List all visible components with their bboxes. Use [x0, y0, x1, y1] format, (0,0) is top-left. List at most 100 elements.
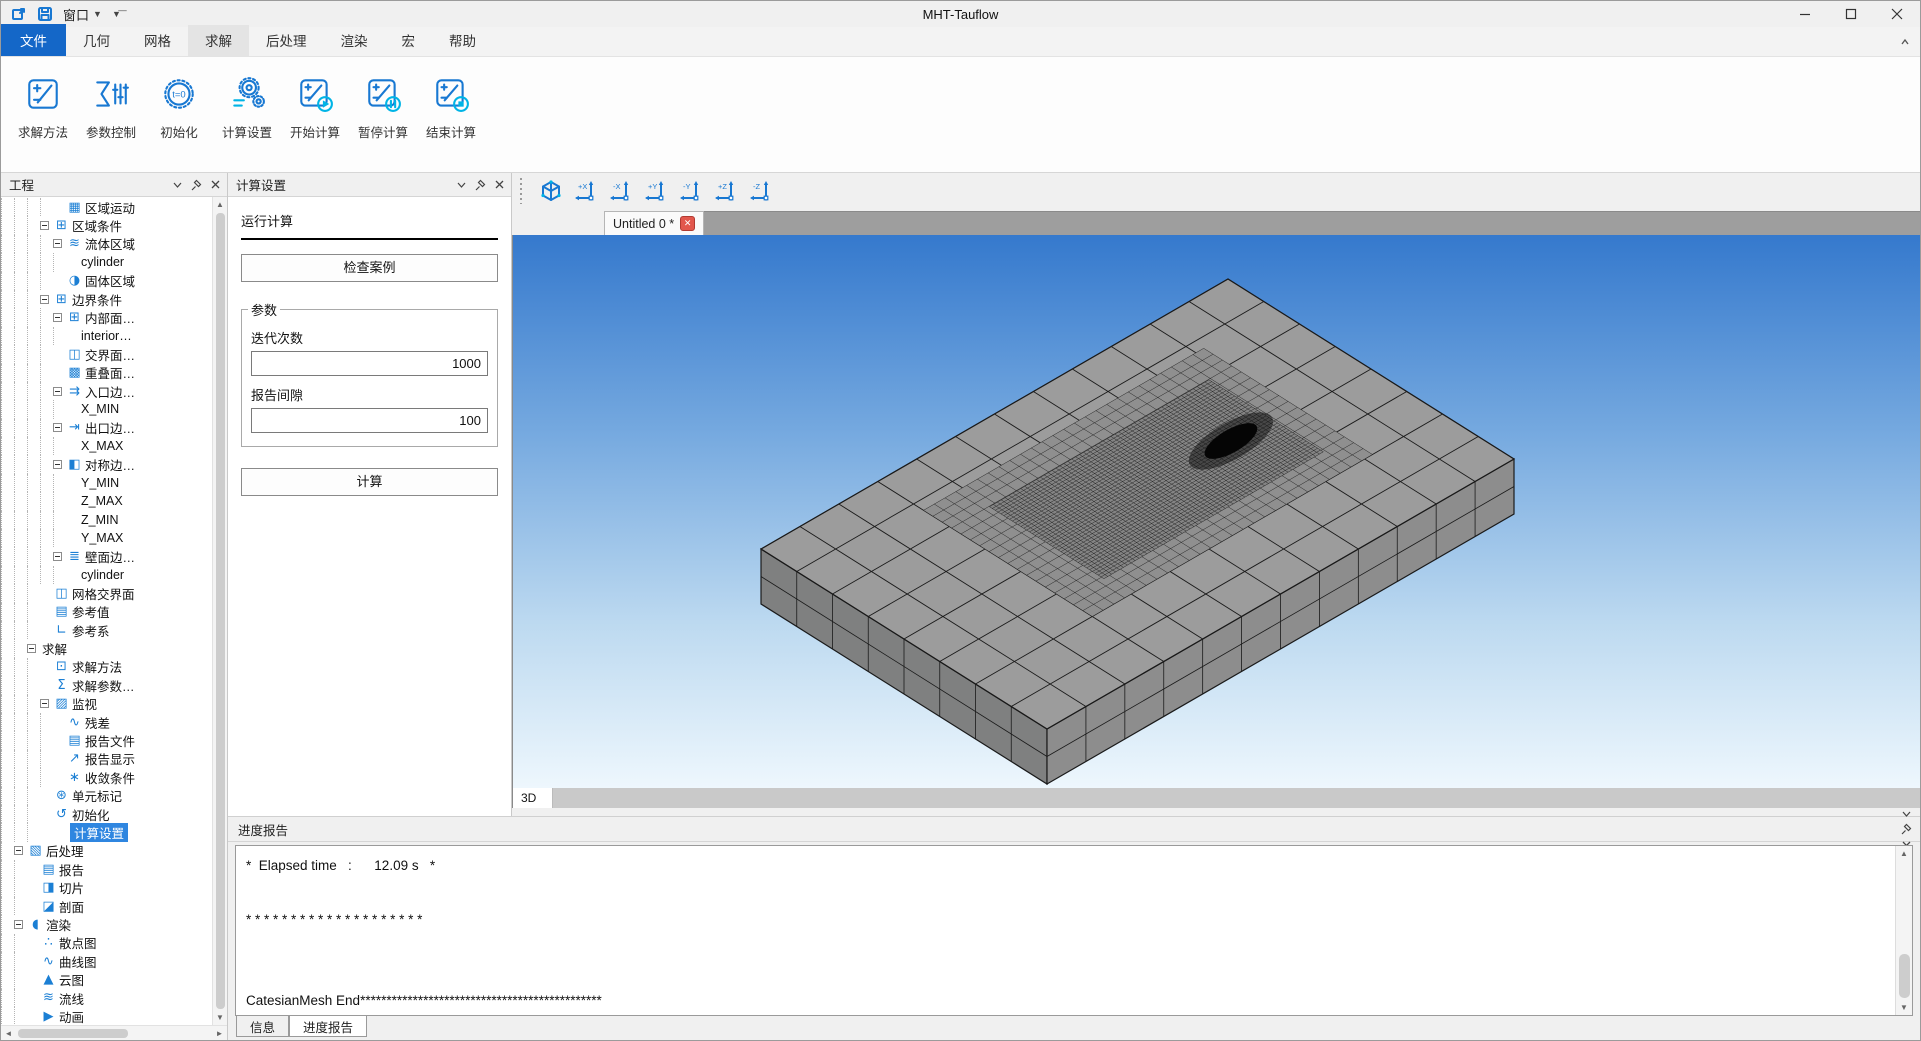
tree-item-slice[interactable]: ◨ 切片 — [1, 878, 212, 897]
view-plus-y-icon[interactable]: +Y — [643, 178, 669, 204]
tree-item-report-display[interactable]: ↗ 报告显示 — [1, 749, 212, 769]
tree-item-streamline[interactable]: ≋ 流线 — [1, 988, 212, 1008]
panel-pin-icon[interactable] — [188, 177, 204, 193]
customize-toolbar-icon[interactable]: ▼͞ — [112, 9, 121, 19]
scrollbar-thumb[interactable] — [18, 1028, 128, 1038]
viewport-3d[interactable]: Z X Y — [512, 235, 1920, 788]
tree-item-initialize[interactable]: ↺ 初始化 — [1, 804, 212, 824]
pause-calculation-button[interactable]: 暂停计算 — [351, 69, 415, 141]
tree-item-scatter-plot[interactable]: ∴ 散点图 — [1, 933, 212, 953]
collapse-expander-icon[interactable] — [53, 239, 62, 249]
minimize-button[interactable] — [1782, 1, 1828, 27]
collapse-expander-icon[interactable] — [53, 313, 62, 323]
tree-item-post-process[interactable]: ▧ 后处理 — [1, 841, 212, 861]
panel-close-icon[interactable] — [491, 177, 507, 193]
tree-item-residual[interactable]: ∿ 残差 — [1, 712, 212, 732]
collapse-expander-icon[interactable] — [53, 552, 62, 562]
tab-mesh[interactable]: 网格 — [127, 25, 188, 56]
scroll-right-icon[interactable]: ► — [212, 1026, 227, 1041]
tree-item-cell-mark[interactable]: ⊛ 单元标记 — [1, 786, 212, 805]
tree-item-inlet-boundary[interactable]: ⇉ 入口边… — [1, 381, 212, 401]
collapse-expander-icon[interactable] — [27, 644, 36, 654]
tree-item-cylinder[interactable]: cylinder — [1, 565, 212, 585]
tab-macro[interactable]: 宏 — [385, 25, 433, 56]
tab-geometry[interactable]: 几何 — [66, 25, 127, 56]
collapse-expander-icon[interactable] — [14, 846, 23, 856]
tree-item-outlet-boundary[interactable]: ⇥ 出口边… — [1, 418, 212, 438]
tree-item-Y_MIN[interactable]: Y_MIN — [1, 473, 212, 493]
tree-item-report-file[interactable]: ▤ 报告文件 — [1, 731, 212, 750]
panel-dropdown-icon[interactable] — [1898, 805, 1914, 821]
tab-solve[interactable]: 求解 — [188, 25, 249, 56]
tree-item-reference-frame[interactable]: ∟ 参考系 — [1, 620, 212, 640]
collapse-expander-icon[interactable] — [40, 221, 49, 231]
close-button[interactable] — [1874, 1, 1920, 27]
view-minus-x-icon[interactable]: -X — [608, 178, 634, 204]
view-plus-z-icon[interactable]: +Z — [713, 178, 739, 204]
panel-pin-icon[interactable] — [472, 177, 488, 193]
view-minus-y-icon[interactable]: -Y — [678, 178, 704, 204]
collapse-expander-icon[interactable] — [14, 919, 23, 929]
toolbar-drag-handle[interactable] — [518, 178, 523, 204]
tree-item-section[interactable]: ◪ 剖面 — [1, 896, 212, 916]
tree-item-region-condition[interactable]: ⊞ 区域条件 — [1, 216, 212, 235]
check-case-button[interactable]: 检查案例 — [241, 254, 498, 282]
view-minus-z-icon[interactable]: -Z — [748, 178, 774, 204]
start-calculation-button[interactable]: 开始计算 — [283, 69, 347, 141]
panel-close-icon[interactable] — [207, 177, 223, 193]
tab-file[interactable]: 文件 — [1, 24, 66, 56]
iterations-input[interactable] — [251, 351, 488, 376]
ribbon-collapse-icon[interactable] — [1896, 33, 1914, 51]
scroll-up-icon[interactable]: ▲ — [1897, 846, 1912, 861]
calculation-settings-button[interactable]: 计算设置 — [215, 69, 279, 141]
tab-close-icon[interactable]: ✕ — [680, 216, 696, 231]
panel-dropdown-icon[interactable] — [453, 177, 469, 193]
collapse-expander-icon[interactable] — [53, 460, 62, 470]
initialize-button[interactable]: t=0 初始化 — [147, 69, 211, 141]
tree-item-monitor[interactable]: ▨ 监视 — [1, 694, 212, 713]
report-interval-input[interactable] — [251, 408, 488, 433]
tree-item-report[interactable]: ▤ 报告 — [1, 860, 212, 879]
panel-pin-icon[interactable] — [1898, 821, 1914, 837]
tree-item-mesh-interface[interactable]: ◫ 网格交界面 — [1, 584, 212, 603]
scroll-up-icon[interactable]: ▲ — [213, 197, 228, 212]
collapse-expander-icon[interactable] — [53, 386, 62, 396]
tree-item-Y_MAX[interactable]: Y_MAX — [1, 529, 212, 548]
solve-method-button[interactable]: 求解方法 — [11, 69, 75, 141]
log-vertical-scrollbar[interactable]: ▲ ▼ — [1895, 846, 1912, 1015]
tree-item-region-motion[interactable]: ▦ 区域运动 — [1, 198, 212, 217]
panel-dropdown-icon[interactable] — [169, 177, 185, 193]
tree-item-symmetry-boundary[interactable]: ◧ 对称边… — [1, 455, 212, 474]
tree-item-render[interactable]: ◖ 渲染 — [1, 915, 212, 934]
tree-item-求解[interactable]: 求解 — [1, 639, 212, 658]
tree-item-solve-method[interactable]: ⊡ 求解方法 — [1, 657, 212, 677]
scrollbar-thumb[interactable] — [215, 213, 225, 1009]
tree-item-reference-value[interactable]: ▤ 参考值 — [1, 602, 212, 621]
tab-postprocess[interactable]: 后处理 — [249, 25, 324, 56]
collapse-expander-icon[interactable] — [40, 294, 49, 304]
tree-item-interface-face[interactable]: ◫ 交界面… — [1, 345, 212, 364]
tree-item-curve-plot[interactable]: ∿ 曲线图 — [1, 952, 212, 971]
tree-item-contour-plot[interactable]: ▲ 云图 — [1, 970, 212, 989]
maximize-button[interactable] — [1828, 1, 1874, 27]
window-menu[interactable]: 窗口 ▼ — [63, 5, 102, 24]
tree-horizontal-scrollbar[interactable]: ◄ ► — [1, 1025, 227, 1040]
tree-item-boundary-condition[interactable]: ⊞ 边界条件 — [1, 289, 212, 309]
scroll-left-icon[interactable]: ◄ — [1, 1026, 16, 1041]
scroll-down-icon[interactable]: ▼ — [213, 1010, 228, 1025]
tree-item-internal-face[interactable]: ⊞ 内部面… — [1, 308, 212, 327]
tree-item-wall-boundary[interactable]: ≣ 壁面边… — [1, 547, 212, 566]
tree-item-X_MAX[interactable]: X_MAX — [1, 437, 212, 456]
tree-item-Z_MIN[interactable]: Z_MIN — [1, 510, 212, 530]
tab-help[interactable]: 帮助 — [432, 25, 493, 56]
tree-item-convergence[interactable]: ∗ 收敛条件 — [1, 768, 212, 787]
tree-item-interior…[interactable]: interior… — [1, 326, 212, 346]
new-window-icon[interactable] — [11, 6, 27, 22]
tree-item-fluid-region[interactable]: ≋ 流体区域 — [1, 234, 212, 254]
tree-item-solid-region[interactable]: ◑ 固体区域 — [1, 271, 212, 290]
scroll-down-icon[interactable]: ▼ — [1897, 1000, 1912, 1015]
iso-view-icon[interactable] — [538, 178, 564, 204]
collapse-expander-icon[interactable] — [53, 423, 62, 433]
document-tab[interactable]: Untitled 0 * ✕ — [604, 211, 705, 235]
parameter-control-button[interactable]: 参数控制 — [79, 69, 143, 141]
